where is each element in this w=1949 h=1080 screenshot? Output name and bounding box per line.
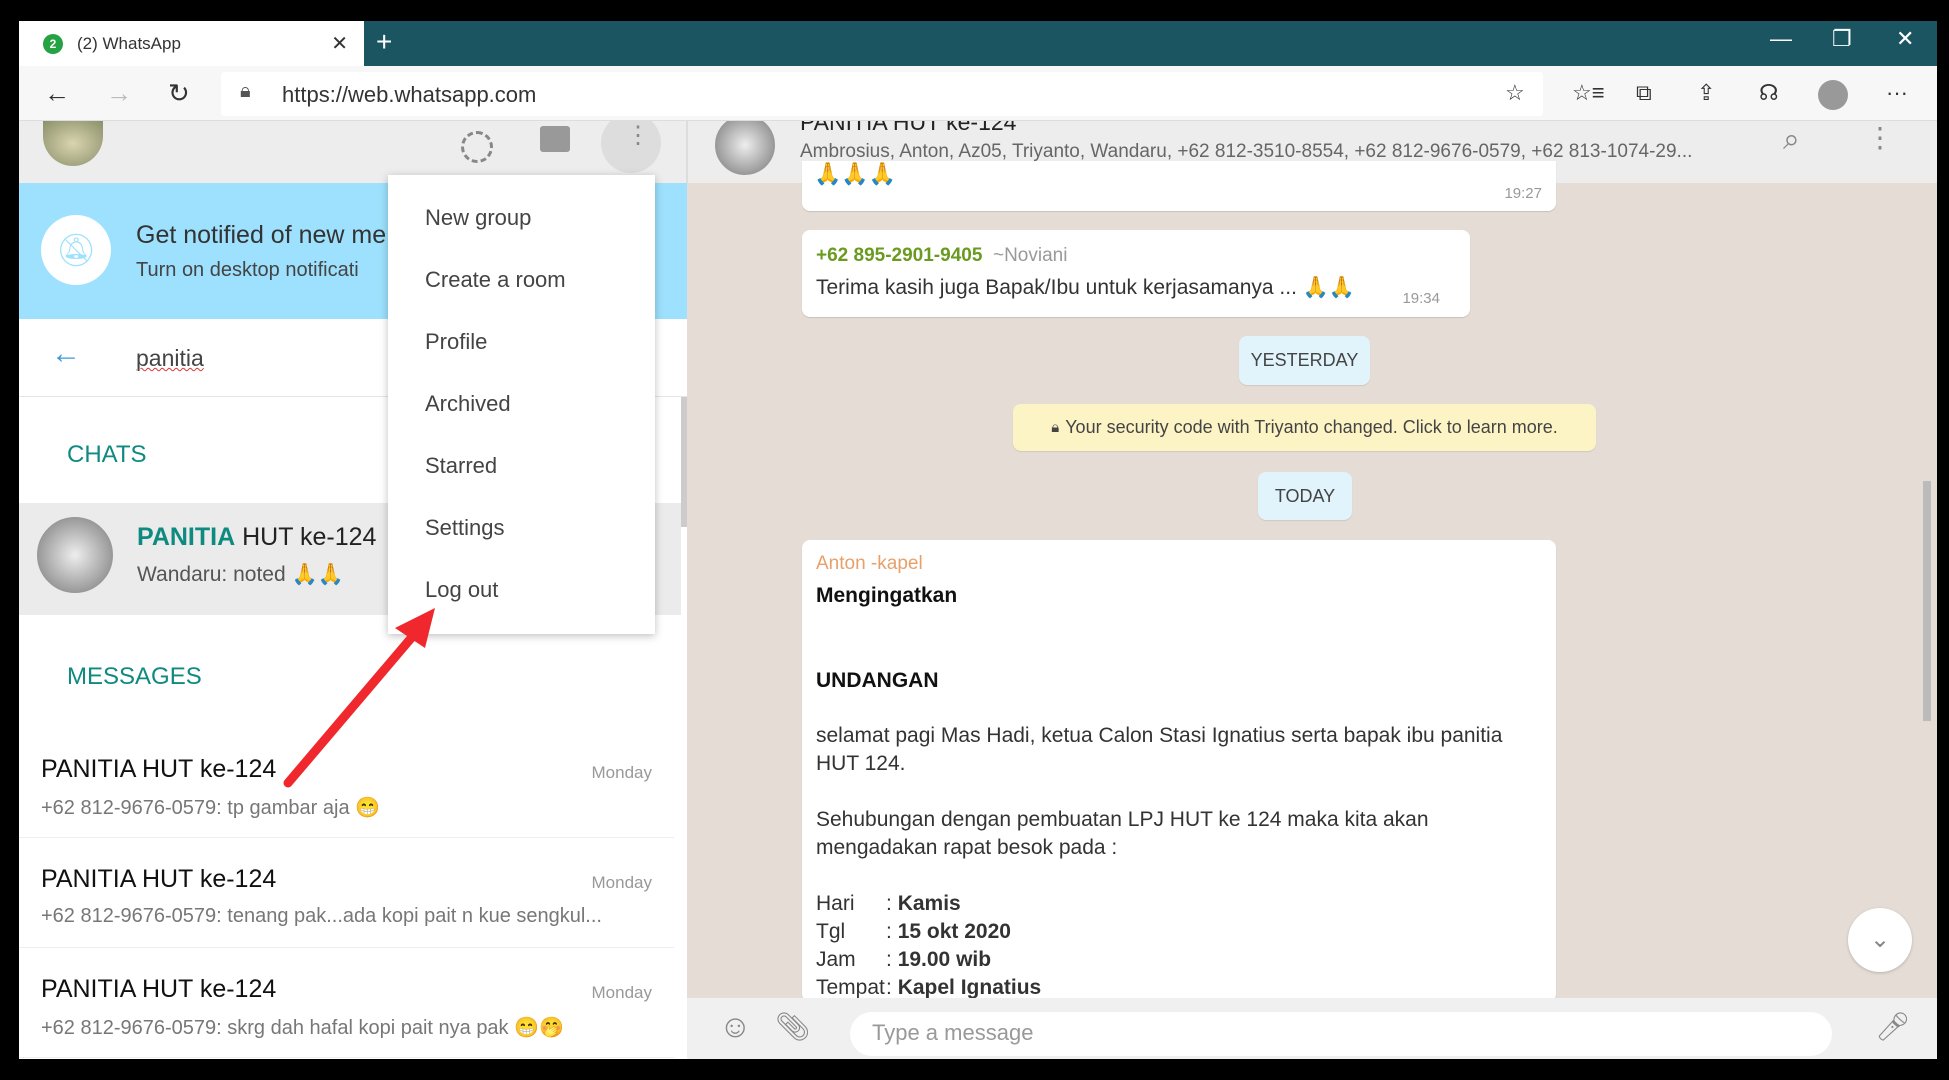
annotation-arrow [283,608,435,788]
